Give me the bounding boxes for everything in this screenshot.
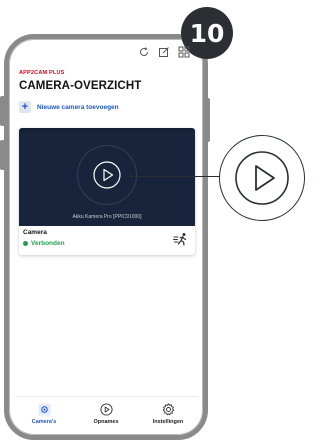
add-camera-label: Nieuwe camera toevoegen [37,103,119,111]
play-icon[interactable] [92,160,122,190]
nav-recordings[interactable]: Opnames [76,403,136,432]
camera-video-preview[interactable]: Akku Kamera Pro [PPIC91000] [19,128,195,226]
edit-icon[interactable] [158,46,170,58]
volume-up-button [0,96,5,126]
nav-cameras[interactable]: Camera's [14,403,74,432]
nav-cameras-label: Camera's [31,419,57,425]
status-label: Verbonden [31,240,65,247]
add-camera-button[interactable]: + Nieuwe camera toevoegen [19,101,119,113]
nav-recordings-label: Opnames [93,419,119,425]
motion-detection-icon[interactable] [173,232,189,246]
connection-status: Verbonden [23,240,65,247]
refresh-icon[interactable] [138,46,150,58]
nav-settings[interactable]: Instellingen [138,403,198,432]
power-button [205,98,210,142]
callout-play-icon [235,151,289,205]
camera-model-label: Akku Kamera Pro [PPIC91000] [72,214,142,220]
status-dot [23,241,28,246]
header-actions [138,46,190,58]
grid-icon[interactable] [178,46,190,58]
camera-card[interactable]: Akku Kamera Pro [PPIC91000] Camera Verbo… [19,128,195,255]
gear-icon [162,403,174,416]
nav-settings-label: Instellingen [152,419,184,425]
plus-icon: + [19,101,31,113]
camera-name: Camera [23,229,47,236]
bottom-navigation: Camera's Opnames Instellingen [14,396,198,432]
page-title: CAMERA-OVERZICHT [19,80,142,92]
volume-down-button [0,140,5,170]
camera-icon [38,403,50,416]
play-circle-icon [99,403,113,416]
brand-label: APP2CAM PLUS [19,70,65,76]
